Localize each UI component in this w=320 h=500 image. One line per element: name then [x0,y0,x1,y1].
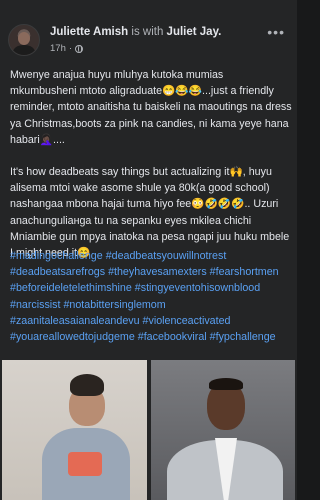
hashtag[interactable]: #deadbeatsyouwillnotrest [106,250,227,262]
man-hair [209,378,243,390]
avatar-face [18,32,30,45]
author-avatar[interactable] [8,24,40,56]
globe-icon [75,44,84,53]
child-shirt-print [68,452,102,476]
man-photo[interactable] [151,360,295,500]
hashtag[interactable]: #deadbeatsarefrogs [10,266,105,278]
post-meta: 17h · [50,43,84,54]
child-hair [70,374,104,396]
post-paragraph-1: Mwenye anajua huyu mluhya kutoka mumias … [10,69,292,146]
hashtag[interactable]: #beforeideletelethimshine [10,282,132,294]
with-text: is with [131,26,164,38]
hashtag[interactable]: #notabittersinglemom [63,299,165,311]
hashtag[interactable]: #zaanitaleasaianaleandevu [10,315,140,327]
hashtag[interactable]: #stingyeventohisownblood [135,282,260,294]
avatar-shoulders [13,45,35,55]
post-time[interactable]: 17h [50,43,66,54]
hashtag[interactable]: #violenceactivated [143,315,231,327]
hashtag[interactable]: #fearshortmen [210,266,279,278]
hashtag[interactable]: #madingochallenge [10,250,103,262]
post-body: Mwenye anajua huyu mluhya kutoka mumias … [10,67,292,261]
hashtag[interactable]: #narcissist [10,299,60,311]
hashtag[interactable]: #theyhavesamexters [108,266,207,278]
hashtag[interactable]: #facebookviral [138,331,207,343]
photo-grid [2,360,295,500]
facebook-post: Juliette Amish is with Juliet Jay. 17h ·… [0,0,297,500]
author-line: Juliette Amish is with Juliet Jay. [50,26,221,38]
hashtag-list: #madingochallenge #deadbeatsyouwillnotre… [10,248,294,345]
more-horizontal-icon[interactable]: ••• [267,24,285,40]
tagged-name[interactable]: Juliet Jay. [167,26,222,38]
post-header: Juliette Amish is with Juliet Jay. 17h ·… [8,24,289,58]
post-paragraph-2: It's how deadbeats say things but actual… [10,166,290,260]
hashtag[interactable]: #fypchallenge [210,331,276,343]
hashtag[interactable]: #youareallowedtojudgeme [10,331,135,343]
author-name[interactable]: Juliette Amish [50,26,128,38]
child-photo[interactable] [2,360,147,500]
